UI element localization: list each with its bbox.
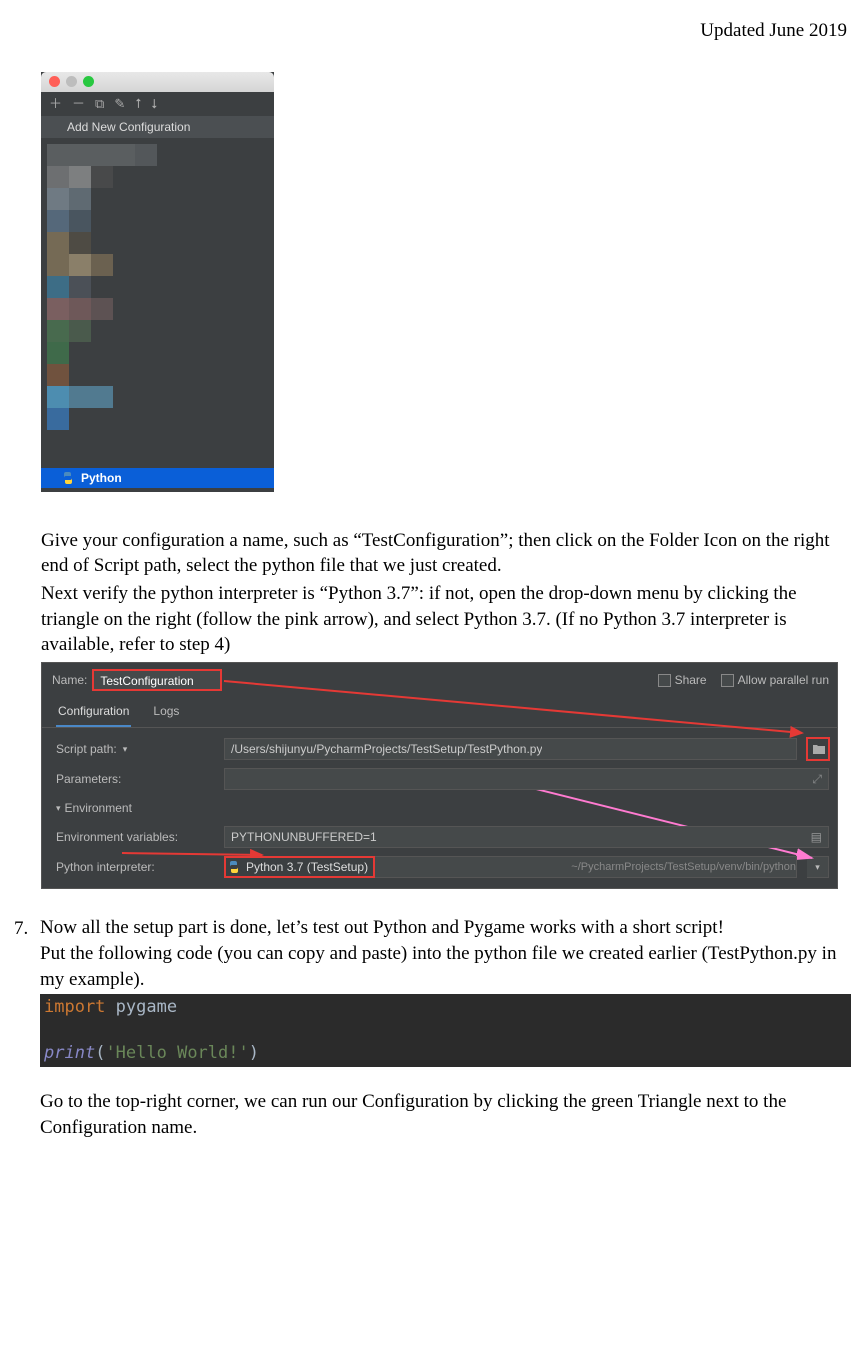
screenshot-run-configuration: Name: TestConfiguration Share Allow para… [41, 662, 838, 889]
python-label: Python [81, 470, 122, 486]
step-number: 7. [14, 915, 28, 1140]
plus-icon[interactable]: ＋ [49, 95, 62, 113]
func-print: print [44, 1043, 95, 1063]
allow-parallel-checkbox[interactable]: Allow parallel run [721, 672, 829, 688]
chevron-down-icon[interactable]: ▾ [56, 802, 61, 814]
down-icon[interactable]: ⭣ [151, 95, 157, 113]
step7-paragraph-2: Put the following code (you can copy and… [40, 941, 851, 992]
add-new-configuration-header: Add New Configuration [41, 116, 274, 138]
interpreter-path: ~/PycharmProjects/TestSetup/venv/bin/pyt… [571, 860, 796, 875]
maximize-icon[interactable] [83, 76, 94, 87]
wrench-icon[interactable]: ✎ [114, 95, 125, 113]
keyword-import: import [44, 997, 105, 1017]
dropdown-button[interactable]: ▾ [807, 856, 829, 878]
minus-icon[interactable]: － [72, 95, 85, 113]
chevron-down-icon: ▾ [815, 861, 820, 873]
tab-logs[interactable]: Logs [151, 699, 181, 727]
code-block: import pygame print('Hello World!') [40, 994, 851, 1067]
config-toolbar: ＋ － ⧉ ✎ ⭡ ⭣ [41, 92, 274, 116]
interpreter-label: Python interpreter: [56, 859, 214, 875]
chevron-down-icon[interactable]: ▾ [123, 743, 128, 755]
string-literal: 'Hello World!' [105, 1043, 248, 1063]
up-icon[interactable]: ⭡ [135, 95, 141, 113]
name-label: Name: [52, 672, 87, 688]
copy-icon[interactable]: ⧉ [95, 95, 104, 113]
tab-configuration[interactable]: Configuration [56, 699, 131, 727]
checkbox-icon [721, 674, 734, 687]
screenshot-add-configuration: ＋ － ⧉ ✎ ⭡ ⭣ Add New Configuration Python [41, 72, 274, 492]
folder-icon[interactable] [807, 738, 829, 760]
interpreter-select[interactable]: Python 3.7 (TestSetup) ~/PycharmProjects… [224, 856, 797, 878]
env-vars-input[interactable]: PYTHONUNBUFFERED=1 ▤ [224, 826, 829, 848]
list-icon[interactable]: ▤ [811, 829, 822, 845]
footer-paragraph: Go to the top-right corner, we can run o… [40, 1089, 851, 1140]
parameters-label: Parameters: [56, 771, 214, 787]
sidebar-item-python[interactable]: Python [41, 468, 274, 488]
env-vars-label: Environment variables: [56, 829, 214, 845]
python-icon [227, 860, 241, 874]
checkbox-icon [658, 674, 671, 687]
python-icon [61, 471, 75, 485]
instruction-paragraph-1: Give your configuration a name, such as … [41, 528, 851, 579]
close-icon[interactable] [49, 76, 60, 87]
minimize-icon[interactable] [66, 76, 77, 87]
blurred-config-list [47, 144, 179, 430]
instruction-paragraph-2: Next verify the python interpreter is “P… [41, 581, 851, 658]
mac-titlebar [41, 72, 274, 92]
parameters-input[interactable]: ⤢ [224, 768, 829, 790]
step7-paragraph-1: Now all the setup part is done, let’s te… [40, 915, 851, 941]
script-path-label: Script path: [56, 741, 117, 757]
environment-header: Environment [65, 800, 132, 816]
header-date: Updated June 2019 [14, 18, 851, 44]
script-path-input[interactable]: /Users/shijunyu/PycharmProjects/TestSetu… [224, 738, 797, 760]
expand-icon[interactable]: ⤢ [812, 771, 822, 787]
name-input[interactable]: TestConfiguration [93, 670, 221, 690]
module-name: pygame [116, 997, 177, 1017]
share-checkbox[interactable]: Share [658, 672, 707, 688]
